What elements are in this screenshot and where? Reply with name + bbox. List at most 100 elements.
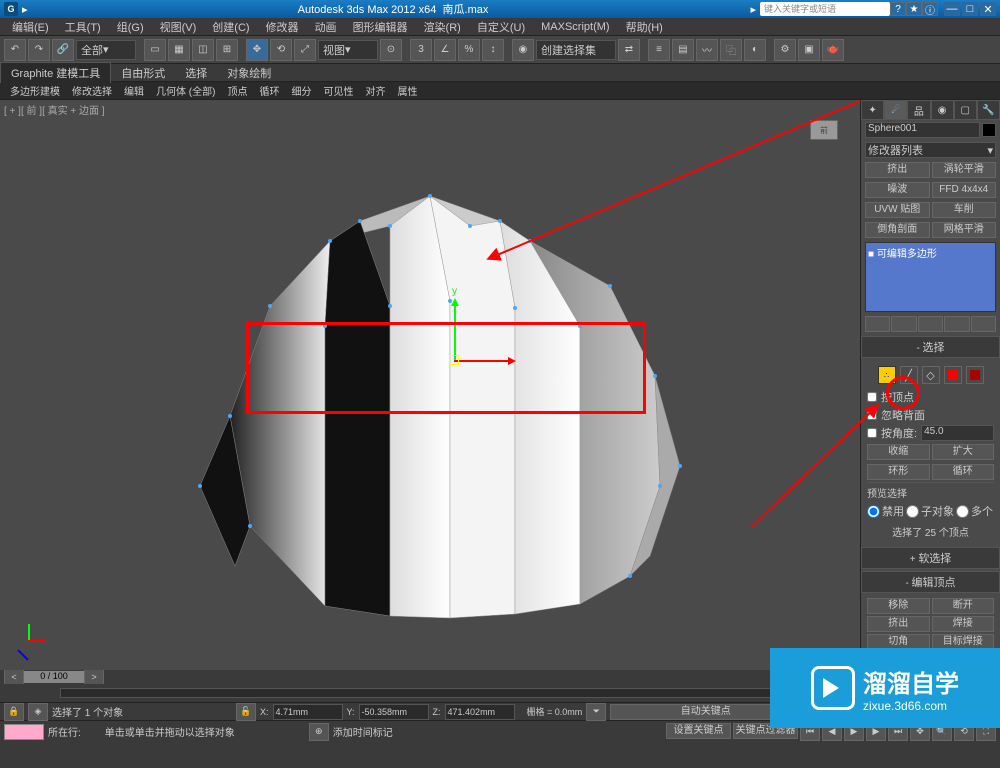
select-button[interactable]: ▭: [144, 39, 166, 61]
refcoord-select[interactable]: 视图 ▾: [318, 40, 378, 60]
tab-utilities[interactable]: 🔧: [977, 100, 1000, 120]
chk-byangle[interactable]: [867, 428, 877, 438]
menu-maxscript[interactable]: MAXScript(M): [533, 21, 617, 33]
ribbon-loop[interactable]: 循环: [253, 81, 285, 100]
mod-extrude[interactable]: 挤出: [865, 162, 930, 178]
render-frame-button[interactable]: ▣: [798, 39, 820, 61]
iso-icon[interactable]: ◈: [28, 703, 48, 721]
btn-ring[interactable]: 环形: [867, 464, 930, 480]
viewport[interactable]: [ + ][ 前 ][ 真实 + 边面 ] 前: [0, 100, 860, 670]
tab-create[interactable]: ✦: [861, 100, 884, 120]
subobj-element[interactable]: [966, 366, 984, 384]
tab-motion[interactable]: ◉: [931, 100, 954, 120]
rad-subobj[interactable]: [906, 505, 919, 518]
subobj-border[interactable]: ◇: [922, 366, 940, 384]
render-setup-button[interactable]: ⚙: [774, 39, 796, 61]
script-rec-indicator[interactable]: [4, 724, 44, 740]
stack-remove-icon[interactable]: [944, 316, 969, 332]
scale-button[interactable]: ⤢: [294, 39, 316, 61]
lock-icon[interactable]: 🔒: [4, 703, 24, 721]
object-name-input[interactable]: Sphere001: [865, 122, 980, 138]
menu-animation[interactable]: 动画: [307, 19, 345, 35]
ribbon-tab-graphite[interactable]: Graphite 建模工具: [0, 62, 111, 83]
rad-multi[interactable]: [956, 505, 969, 518]
angle-snap-button[interactable]: ∠: [434, 39, 456, 61]
ribbon-vis[interactable]: 可见性: [317, 81, 359, 100]
stack-pin-icon[interactable]: [865, 316, 890, 332]
select-rect-button[interactable]: ◫: [192, 39, 214, 61]
ribbon-vertex[interactable]: 顶点: [221, 81, 253, 100]
time-slider[interactable]: 0 / 100: [24, 671, 84, 683]
rollout-softsel[interactable]: + 软选择: [861, 547, 1000, 569]
menu-customize[interactable]: 自定义(U): [469, 19, 533, 35]
time-tag-icon[interactable]: ⏷: [586, 703, 606, 721]
link-button[interactable]: 🔗: [52, 39, 74, 61]
coord-x[interactable]: 4.71mm: [273, 704, 343, 720]
modifier-list-select[interactable]: 修改器列表▾: [865, 142, 996, 158]
btn-break[interactable]: 断开: [932, 598, 995, 614]
ribbon-tab-selection[interactable]: 选择: [175, 63, 217, 83]
menu-help[interactable]: 帮助(H): [618, 19, 671, 35]
btn-grow[interactable]: 扩大: [932, 444, 995, 460]
btn-shrink[interactable]: 收缩: [867, 444, 930, 460]
redo-button[interactable]: ↷: [28, 39, 50, 61]
menu-rendering[interactable]: 渲染(R): [416, 19, 469, 35]
angle-input[interactable]: 45.0: [921, 425, 994, 441]
ribbon-tab-objectpaint[interactable]: 对象绘制: [217, 63, 281, 83]
ribbon-props[interactable]: 属性: [391, 81, 423, 100]
btn-extrude[interactable]: 挤出: [867, 616, 930, 632]
help-icon[interactable]: ?: [890, 2, 906, 16]
mod-bevel[interactable]: 倒角剖面: [865, 222, 930, 238]
render-button[interactable]: 🫖: [822, 39, 844, 61]
info-icon[interactable]: ⓘ: [922, 2, 938, 16]
mod-turbosmooth[interactable]: 涡轮平滑: [932, 162, 997, 178]
object-color-swatch[interactable]: [982, 123, 996, 137]
timetag-btn[interactable]: ⊕: [309, 723, 329, 741]
stack-show-icon[interactable]: [891, 316, 916, 332]
snap-button[interactable]: 3: [410, 39, 432, 61]
layers-button[interactable]: ▤: [672, 39, 694, 61]
modifier-stack[interactable]: ■ 可编辑多边形: [865, 242, 996, 312]
select-name-button[interactable]: ▦: [168, 39, 190, 61]
ribbon-subdiv[interactable]: 细分: [285, 81, 317, 100]
setkey-button[interactable]: 设置关键点: [666, 723, 731, 739]
menu-modifiers[interactable]: 修改器: [258, 19, 307, 35]
tab-modify[interactable]: ☄: [884, 100, 907, 120]
close-button[interactable]: ✕: [980, 2, 996, 16]
rotate-button[interactable]: ⟲: [270, 39, 292, 61]
mod-noise[interactable]: 噪波: [865, 182, 930, 198]
ribbon-tab-freeform[interactable]: 自由形式: [111, 63, 175, 83]
viewcube[interactable]: 前: [804, 120, 844, 160]
menu-edit[interactable]: 编辑(E): [4, 19, 57, 35]
selection-set-input[interactable]: 创建选择集: [536, 40, 616, 60]
add-timetag-label[interactable]: 添加时间标记: [333, 724, 393, 739]
ribbon-align[interactable]: 对齐: [359, 81, 391, 100]
move-button[interactable]: ✥: [246, 39, 268, 61]
named-sel-button[interactable]: ◉: [512, 39, 534, 61]
menu-view[interactable]: 视图(V): [152, 19, 205, 35]
app-logo[interactable]: G: [4, 2, 18, 16]
material-button[interactable]: ◐: [744, 39, 766, 61]
stack-config-icon[interactable]: [971, 316, 996, 332]
ribbon-modsel[interactable]: 修改选择: [66, 81, 118, 100]
mod-ffd[interactable]: FFD 4x4x4: [932, 182, 997, 198]
rad-disable[interactable]: [867, 505, 880, 518]
mod-meshsmooth[interactable]: 网格平滑: [932, 222, 997, 238]
rollout-editvert[interactable]: - 编辑顶点: [861, 571, 1000, 593]
mirror-button[interactable]: ⇄: [618, 39, 640, 61]
ribbon-polymodel[interactable]: 多边形建模: [4, 81, 66, 100]
btn-weld[interactable]: 焊接: [932, 616, 995, 632]
menu-group[interactable]: 组(G): [109, 19, 152, 35]
help-search-input[interactable]: 键入关键字或短语: [760, 2, 890, 16]
minimize-button[interactable]: —: [944, 2, 960, 16]
tab-display[interactable]: ▢: [954, 100, 977, 120]
mod-uvw[interactable]: UVW 贴图: [865, 202, 930, 218]
pivot-button[interactable]: ⊙: [380, 39, 402, 61]
undo-button[interactable]: ↶: [4, 39, 26, 61]
mod-lathe[interactable]: 车削: [932, 202, 997, 218]
menu-grapheditors[interactable]: 图形编辑器: [345, 19, 416, 35]
filter-select[interactable]: 全部 ▾: [76, 40, 136, 60]
maximize-button[interactable]: □: [962, 2, 978, 16]
btn-loop[interactable]: 循环: [932, 464, 995, 480]
menu-create[interactable]: 创建(C): [204, 19, 257, 35]
